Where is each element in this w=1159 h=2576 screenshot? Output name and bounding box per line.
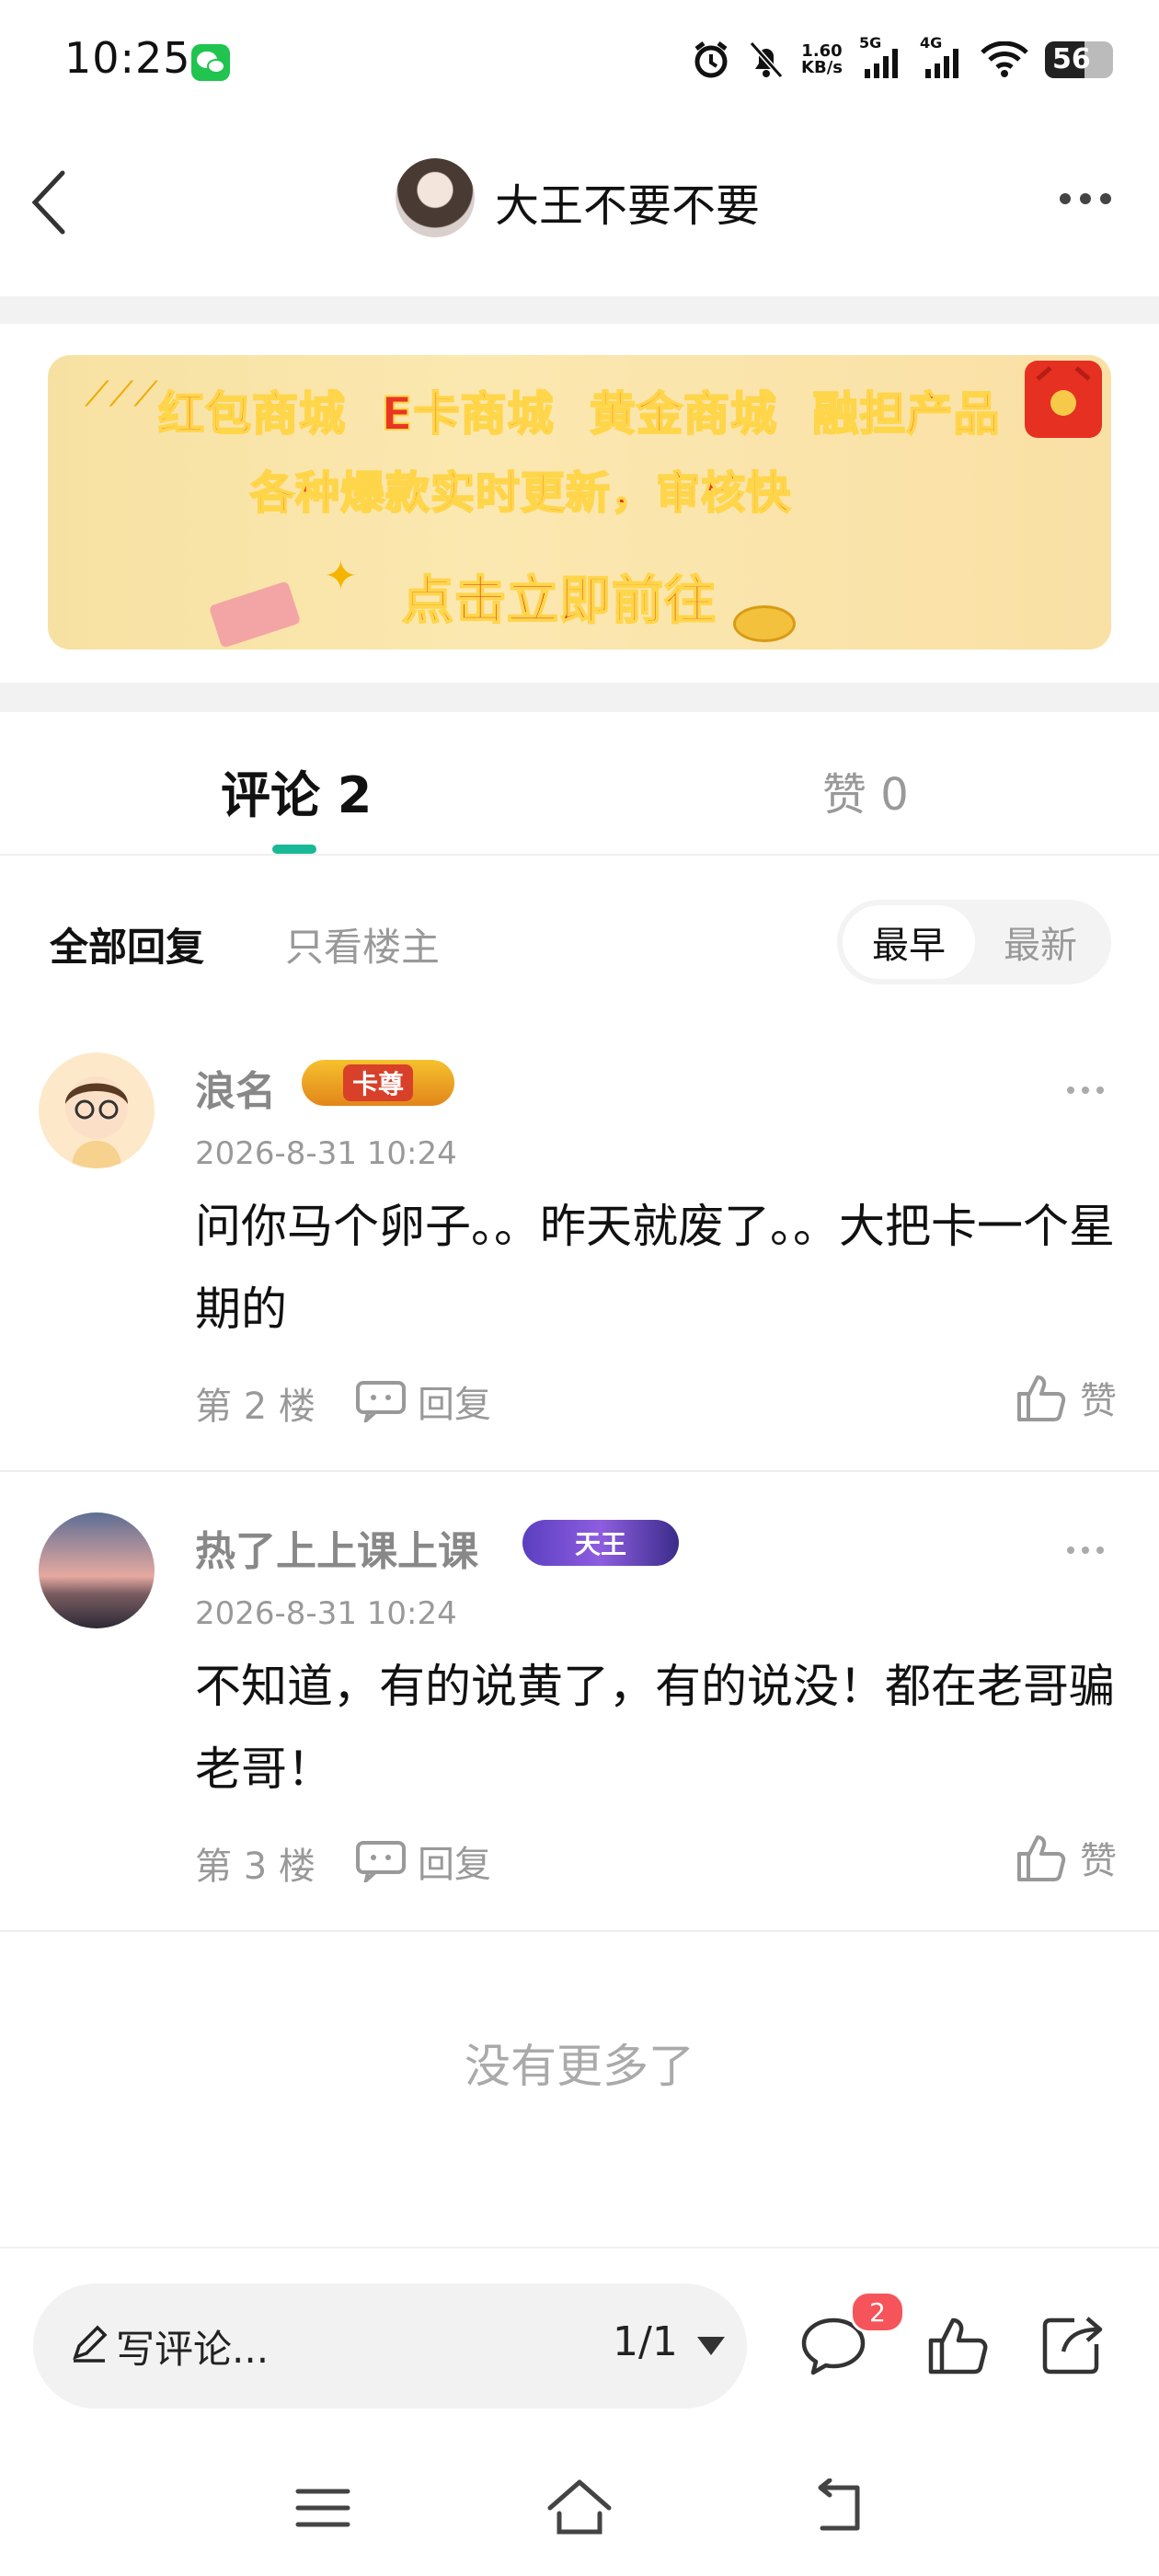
more-options-button[interactable]	[1049, 180, 1122, 217]
paper-money-icon	[208, 581, 302, 649]
reply-label: 回复	[418, 1844, 491, 1886]
section-divider	[0, 683, 1159, 712]
reply-bubble-icon	[356, 1381, 406, 1422]
comment-count-badge: 2	[850, 2291, 905, 2333]
thumbs-up-icon	[1017, 1835, 1066, 1881]
wechat-icon	[191, 44, 230, 81]
page-indicator[interactable]: 1/1	[613, 2318, 678, 2365]
promo-banner[interactable]: ⟋⟋⟋ 红包商城 E卡商城 黄金商城 融担产品 各种爆款实时更新，审核快 ✦ 点…	[48, 355, 1111, 650]
wifi-icon	[981, 41, 1028, 78]
commenter-name[interactable]: 热了上上课上课	[195, 1518, 478, 1577]
chevron-left-icon	[31, 170, 65, 235]
reply-bubble-icon	[356, 1841, 406, 1882]
comment-more-button[interactable]	[1058, 1536, 1113, 1564]
comment-text: 问你马个卵子。。昨天就废了。。大把卡一个星期的	[195, 1200, 1115, 1336]
tab-comments[interactable]: 评论 2	[221, 754, 372, 827]
comment-item: 热了上上课上课 天王 2026-8-31 10:24 不知道，有的说黄了，有的说…	[0, 1500, 1159, 1932]
battery-icon: 56	[1045, 41, 1113, 78]
status-icons: 1.60 KB/s 5G 4G 56	[691, 34, 1113, 83]
commenter-name[interactable]: 浪名	[195, 1058, 276, 1117]
tab-active-indicator	[272, 845, 316, 854]
sort-latest-button[interactable]: 最新	[975, 905, 1106, 979]
comment-more-button[interactable]	[1058, 1076, 1113, 1104]
comment-text: 不知道，有的说黄了，有的说没！都在老哥骗老哥！	[195, 1660, 1115, 1796]
network-speed: 1.60 KB/s	[801, 43, 843, 76]
top-nav-bar: 大王不要不要	[0, 129, 1159, 267]
like-post-button[interactable]	[925, 2309, 992, 2379]
badge-label: 天王	[574, 1529, 626, 1559]
system-back-button[interactable]	[808, 2478, 868, 2534]
banner-cta: 点击立即前往	[401, 570, 717, 632]
commenter-avatar[interactable]	[39, 1512, 155, 1628]
more-dots-icon	[1067, 1547, 1104, 1554]
like-label: 赞	[1080, 1840, 1117, 1882]
reply-label: 回复	[418, 1384, 491, 1426]
comment-time: 2026-8-31 10:24	[195, 1595, 457, 1632]
mute-bell-icon	[748, 40, 785, 80]
comment-separator	[0, 1470, 1159, 1472]
alarm-icon	[691, 40, 731, 80]
commenter-avatar[interactable]	[39, 1052, 155, 1168]
more-dots-icon	[1067, 1087, 1104, 1094]
comment-time: 2026-8-31 10:24	[195, 1135, 457, 1172]
red-envelope-icon	[1025, 361, 1102, 438]
net-speed-unit: KB/s	[801, 58, 843, 77]
section-divider	[0, 296, 1159, 324]
signal-icon: 4G	[920, 34, 964, 80]
hamburger-icon	[295, 2489, 350, 2527]
write-comment-placeholder: 写评论...	[116, 2327, 270, 2372]
user-level-badge: 卡尊	[302, 1060, 454, 1106]
like-label: 赞	[1080, 1380, 1117, 1422]
write-comment-input[interactable]: 写评论... 1/1	[33, 2283, 747, 2409]
caret-down-icon[interactable]	[695, 2335, 727, 2357]
no-more-indicator: 没有更多了	[465, 2040, 694, 2093]
gold-coin-icon	[733, 605, 796, 642]
author-avatar[interactable]	[396, 158, 475, 237]
system-menu-button[interactable]	[294, 2486, 351, 2530]
back-button[interactable]	[28, 166, 92, 239]
system-home-button[interactable]	[546, 2477, 613, 2536]
filter-op-only[interactable]: 只看楼主	[285, 916, 440, 972]
reply-button[interactable]: 回复	[355, 1834, 491, 1888]
sort-toggle: 最早 最新	[837, 900, 1111, 984]
back-arrow-icon	[818, 2478, 860, 2531]
status-bar: 10:25 1.60 KB/s 5G 4G 56	[0, 0, 1159, 120]
thumbs-up-icon	[1017, 1375, 1066, 1421]
banner-line-2: 各种爆款实时更新，审核快	[249, 466, 792, 520]
signal-5g-label: 5G	[859, 34, 882, 52]
tabs-divider	[0, 854, 1159, 856]
tab-likes[interactable]: 赞 0	[822, 758, 909, 822]
filter-all-replies[interactable]: 全部回复	[50, 916, 204, 972]
pencil-icon	[66, 2320, 112, 2366]
bottom-bar-divider	[0, 2247, 1159, 2248]
like-comment-button[interactable]: 赞	[1016, 1371, 1117, 1424]
home-icon	[547, 2479, 612, 2535]
sparkle-rays-icon: ⟋⟋⟋	[85, 374, 158, 414]
more-dots-icon	[1060, 193, 1111, 204]
signal-icon: 5G	[859, 34, 903, 80]
badge-label: 卡尊	[342, 1064, 413, 1101]
like-comment-button[interactable]: 赞	[1016, 1831, 1117, 1884]
signal-4g-label: 4G	[920, 34, 943, 52]
comment-item: 浪名 卡尊 2026-8-31 10:24 问你马个卵子。。昨天就废了。。大把卡…	[0, 1040, 1159, 1472]
author-name[interactable]: 大王不要不要	[495, 169, 760, 234]
comment-floor: 第 2 楼	[195, 1386, 316, 1428]
comment-floor: 第 3 楼	[195, 1846, 316, 1888]
banner-line-1: 红包商城 E卡商城 黄金商城 融担产品	[157, 386, 1001, 442]
user-level-badge: 天王	[522, 1520, 679, 1566]
comment-separator	[0, 1930, 1159, 1932]
share-button[interactable]	[1038, 2309, 1107, 2379]
thumbs-up-icon	[928, 2317, 988, 2375]
share-icon	[1042, 2317, 1103, 2375]
status-time: 10:25	[64, 33, 191, 83]
sort-earliest-button[interactable]: 最早	[843, 905, 975, 979]
sparkle-icon: ✦	[324, 553, 358, 600]
reply-button[interactable]: 回复	[355, 1374, 491, 1428]
battery-level: 56	[1052, 43, 1091, 75]
